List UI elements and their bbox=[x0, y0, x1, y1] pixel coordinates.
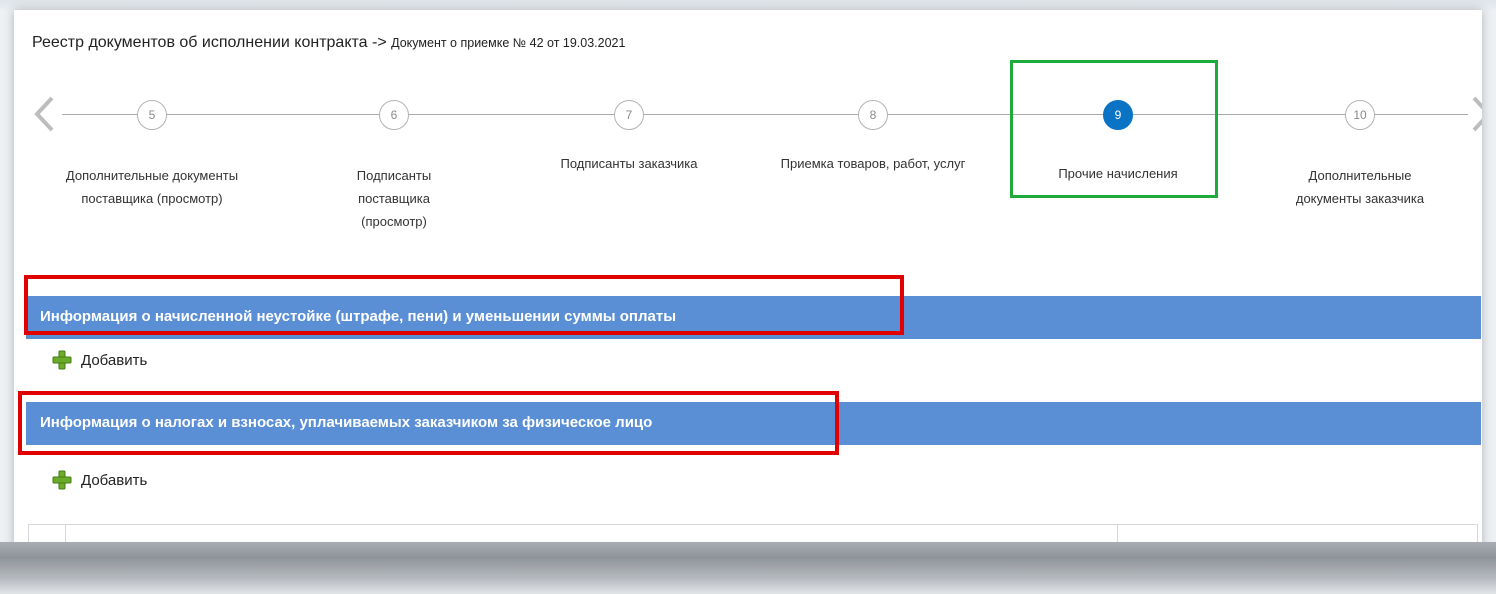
step-number[interactable]: 5 bbox=[137, 100, 167, 130]
add-label[interactable]: Добавить bbox=[81, 352, 147, 369]
step-label[interactable]: Подписанты заказчика bbox=[534, 152, 724, 175]
active-step-highlight bbox=[1010, 60, 1218, 198]
add-label[interactable]: Добавить bbox=[81, 472, 147, 489]
step-label[interactable]: Приемка товаров, работ, услуг bbox=[773, 152, 973, 175]
stepper-line bbox=[62, 114, 1468, 115]
step-label[interactable]: Подписанты поставщика (просмотр) bbox=[332, 164, 456, 233]
step-number[interactable]: 8 bbox=[858, 100, 888, 130]
add-penalty-button[interactable]: Добавить bbox=[52, 349, 147, 371]
document-panel: Реестр документов об исполнении контракт… bbox=[14, 10, 1482, 570]
taxes-section-highlight bbox=[18, 391, 839, 455]
breadcrumb: Реестр документов об исполнении контракт… bbox=[32, 34, 625, 52]
plus-icon bbox=[52, 470, 72, 490]
chevron-right-icon[interactable] bbox=[1466, 96, 1482, 132]
plus-icon bbox=[52, 350, 72, 370]
step-number[interactable]: 7 bbox=[614, 100, 644, 130]
add-tax-button[interactable]: Добавить bbox=[52, 469, 147, 491]
window-bottom-edge bbox=[0, 542, 1496, 594]
penalty-section-highlight bbox=[24, 275, 904, 335]
breadcrumb-current-document: Документ о приемке № 42 от 19.03.2021 bbox=[391, 36, 626, 50]
step-label[interactable]: Дополнительные документы заказчика bbox=[1280, 164, 1440, 210]
step-label[interactable]: Дополнительные документы поставщика (про… bbox=[57, 164, 247, 210]
step-number[interactable]: 10 bbox=[1345, 100, 1375, 130]
chevron-left-icon[interactable] bbox=[30, 96, 60, 132]
step-number[interactable]: 6 bbox=[379, 100, 409, 130]
breadcrumb-registry-link[interactable]: Реестр документов об исполнении контракт… bbox=[32, 34, 387, 51]
